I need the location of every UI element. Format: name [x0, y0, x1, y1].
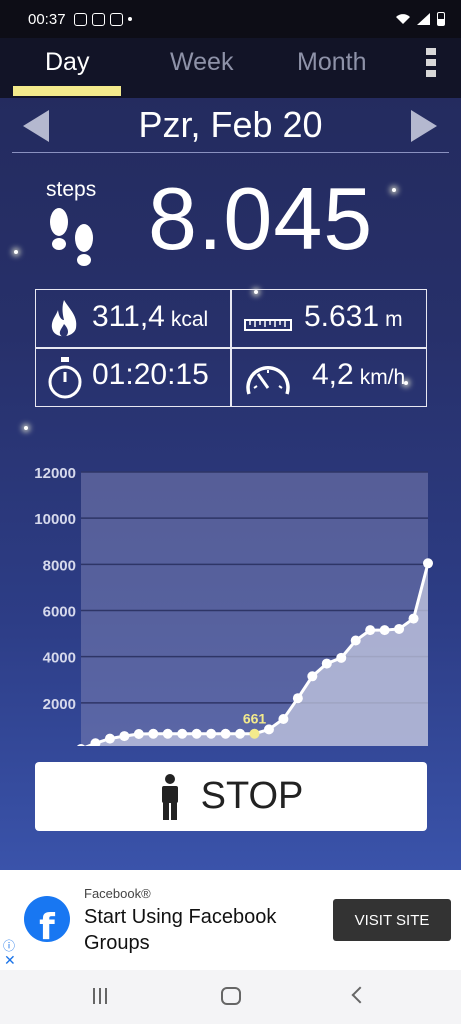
- tab-day[interactable]: Day: [45, 48, 89, 77]
- data-point: [423, 558, 433, 569]
- calories-value: 311,4: [92, 300, 165, 333]
- steps-count: 8.045: [148, 169, 374, 268]
- tab-month[interactable]: Month: [297, 48, 366, 77]
- instagram-icon: [73, 12, 87, 26]
- data-point: [394, 623, 405, 634]
- data-point: [365, 625, 376, 636]
- data-point: [235, 728, 246, 739]
- data-point: [292, 693, 303, 704]
- status-bar: 00:37: [0, 0, 461, 38]
- steps-chart: 2000400060008000100001200024681012141618…: [0, 426, 461, 779]
- ad-headline: Start Using Facebook Groups: [84, 906, 277, 954]
- date-navigator: Pzr, Feb 20: [0, 100, 461, 154]
- speed-value: 4,2: [312, 358, 354, 391]
- y-tick-label: 8000: [43, 557, 76, 574]
- overflow-menu-icon[interactable]: [424, 48, 438, 82]
- data-point: [148, 728, 159, 739]
- flame-icon: [51, 300, 77, 337]
- wifi-icon: [396, 14, 410, 24]
- y-tick-label: 2000: [43, 696, 76, 713]
- battery-icon: [437, 12, 445, 26]
- duration-value: 01:20:15: [92, 358, 209, 391]
- visit-site-button[interactable]: VISIT SITE: [333, 899, 451, 941]
- stats-grid: 311,4 kcal 5.631 m 01:20:15 4,2 km/h: [35, 289, 427, 407]
- data-point: [220, 728, 231, 739]
- more-notifications-icon: [127, 17, 132, 21]
- system-icons: [395, 12, 445, 26]
- highlight-label: 661: [243, 711, 267, 727]
- data-point: [191, 728, 202, 739]
- data-point: [162, 728, 173, 739]
- sparkle: [14, 250, 18, 254]
- steps-chart-svg: 2000400060008000100001200024681012141618…: [34, 465, 437, 779]
- walking-person-icon: [161, 773, 178, 820]
- distance-value: 5.631: [304, 300, 380, 333]
- data-point: [104, 733, 115, 744]
- data-point: [307, 671, 318, 682]
- tab-week[interactable]: Week: [170, 48, 233, 77]
- stop-button[interactable]: STOP: [35, 762, 427, 831]
- system-navigation-bar: [0, 970, 461, 1024]
- data-point: [321, 658, 332, 669]
- data-point: [177, 728, 188, 739]
- ad-banner[interactable]: f Facebook® Start Using Facebook Groups …: [0, 870, 461, 970]
- duration-stat: 01:20:15: [92, 358, 209, 392]
- tab-bar: Day Week Month: [0, 38, 461, 98]
- data-point: [350, 635, 361, 646]
- calories-unit: kcal: [170, 308, 209, 331]
- speed-stat: 4,2 km/h: [312, 358, 405, 392]
- data-point: [336, 652, 347, 663]
- data-point: [133, 728, 144, 739]
- facebook-logo-icon: f: [24, 896, 70, 942]
- sparkle: [392, 188, 396, 192]
- data-point: [408, 613, 419, 624]
- y-tick-label: 12000: [34, 465, 76, 482]
- stopwatch-icon: [48, 357, 82, 399]
- calories-stat: 311,4 kcal: [92, 300, 208, 334]
- data-point: [119, 731, 130, 742]
- footprints-icon: [50, 208, 93, 266]
- distance-stat: 5.631 m: [304, 300, 403, 334]
- previous-day-arrow-icon[interactable]: [23, 110, 49, 142]
- active-tab-indicator: [13, 86, 121, 96]
- data-point: [249, 728, 260, 739]
- next-day-arrow-icon[interactable]: [411, 110, 437, 142]
- data-point: [278, 713, 289, 724]
- y-tick-label: 10000: [34, 511, 76, 528]
- recents-icon[interactable]: [93, 988, 111, 1006]
- snapchat-icon: [91, 12, 105, 26]
- ad-brand: Facebook®: [84, 886, 151, 901]
- home-icon[interactable]: [221, 987, 241, 1005]
- y-tick-label: 4000: [43, 650, 76, 667]
- ad-close-icon[interactable]: ✕: [4, 952, 16, 969]
- distance-unit: m: [385, 308, 403, 331]
- speedometer-icon: [246, 366, 290, 395]
- instagram-icon: [109, 12, 123, 26]
- ruler-icon: [244, 319, 292, 331]
- status-time: 00:37: [28, 10, 66, 28]
- y-tick-label: 6000: [43, 604, 76, 621]
- stats-divider: [36, 347, 426, 349]
- steps-label: steps: [46, 178, 97, 201]
- notification-icons: [73, 12, 132, 26]
- signal-icon: [417, 13, 430, 25]
- divider: [12, 152, 449, 153]
- current-date: Pzr, Feb 20: [138, 104, 323, 145]
- pedometer-app: Day Week Month Pzr, Feb 20 steps 8.045 3…: [0, 38, 461, 870]
- speed-unit: km/h: [359, 366, 406, 389]
- stop-button-label: STOP: [200, 775, 304, 817]
- data-point: [379, 625, 390, 636]
- data-point: [206, 728, 217, 739]
- back-icon[interactable]: [351, 986, 369, 1004]
